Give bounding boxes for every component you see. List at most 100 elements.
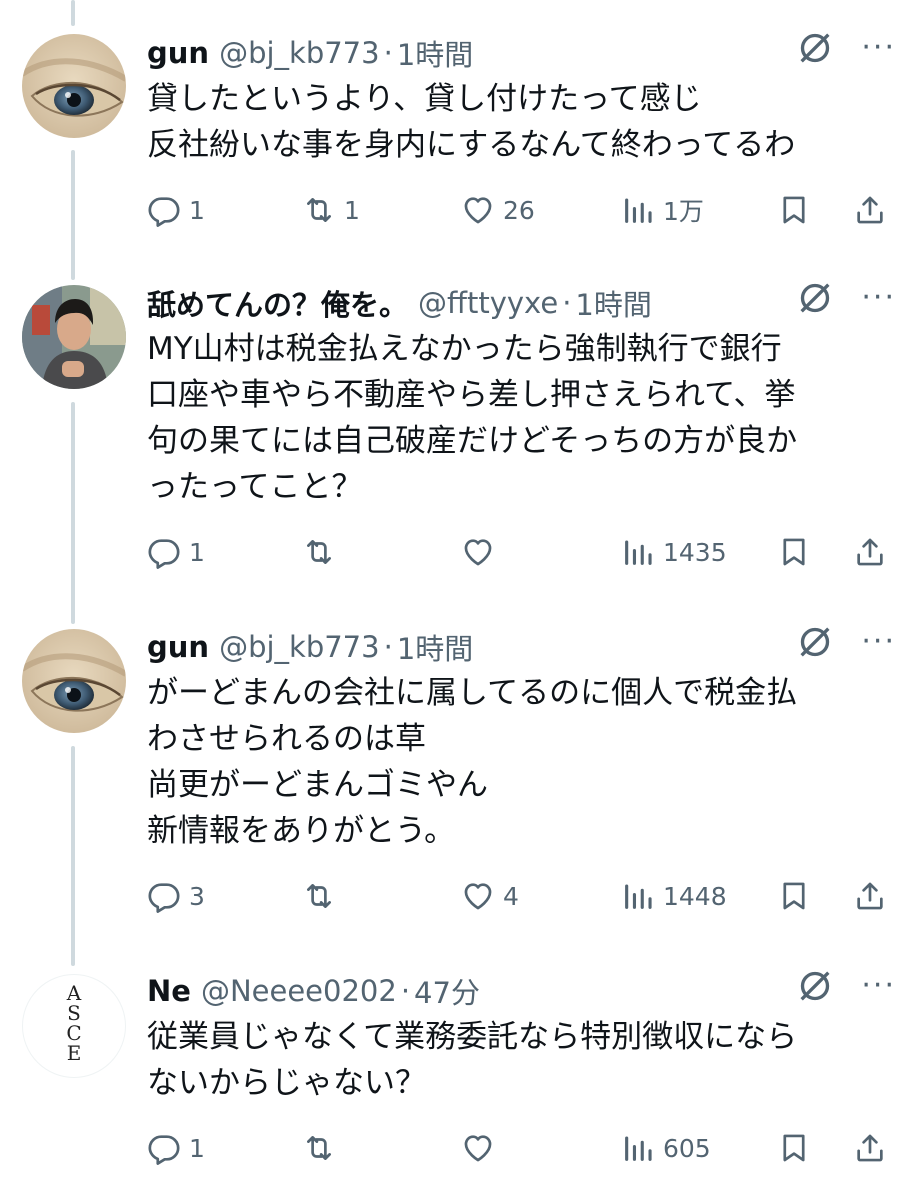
share-icon: [853, 1131, 887, 1165]
bookmark-button[interactable]: [777, 876, 819, 916]
tweet-text: MY山村は税金払えなかったら強制執行で銀行 口座や車やら不動産やら差し押さえられ…: [147, 331, 798, 505]
separator-dot: ·: [383, 36, 393, 70]
reply-count: 1: [189, 195, 205, 225]
tweet-text: 従業員じゃなくて業務委託なら特別徴収になら ないからじゃない？: [147, 1019, 798, 1101]
separator-dot: ·: [562, 286, 572, 320]
display-name[interactable]: Ne: [147, 974, 191, 1008]
reply-button[interactable]: 1: [147, 190, 205, 230]
asce-logo-avatar-icon: A S C E: [23, 983, 125, 1063]
reply-icon: [147, 1131, 181, 1165]
reply-count: 3: [189, 881, 205, 911]
user-handle[interactable]: @bj_kb773: [219, 630, 380, 664]
bookmark-icon: [777, 879, 811, 913]
views-button[interactable]: 605: [621, 1128, 711, 1168]
repost-icon: [302, 1131, 336, 1165]
display-name[interactable]: gun: [147, 36, 209, 70]
logo-letter: C: [66, 1021, 82, 1045]
grok-icon[interactable]: [795, 278, 835, 318]
bookmark-button[interactable]: [777, 532, 819, 572]
share-button[interactable]: [853, 190, 895, 230]
person-photo-avatar-icon: [22, 285, 126, 389]
timestamp[interactable]: 47分: [414, 970, 480, 1012]
user-handle[interactable]: @Neeee0202: [201, 974, 397, 1008]
like-button[interactable]: 4: [461, 876, 519, 916]
reply-button[interactable]: 1: [147, 532, 205, 572]
like-button[interactable]: [461, 1128, 503, 1168]
grok-icon[interactable]: [795, 966, 835, 1006]
reply-icon: [147, 193, 181, 227]
reply-button[interactable]: 3: [147, 876, 205, 916]
user-handle[interactable]: @bj_kb773: [219, 36, 380, 70]
like-icon: [461, 535, 495, 569]
bookmark-icon: [777, 535, 811, 569]
more-options-icon[interactable]: ···: [861, 622, 896, 662]
logo-letter: E: [66, 1041, 82, 1065]
like-icon: [461, 1131, 495, 1165]
tweet-header: gun @bj_kb773 · 1時間: [147, 30, 896, 76]
grok-icon[interactable]: [795, 622, 835, 662]
like-count: 4: [503, 881, 519, 911]
tweet-header: Ne @Neeee0202 · 47分: [147, 968, 896, 1014]
repost-icon: [302, 193, 336, 227]
view-count: 1448: [663, 881, 727, 911]
like-icon: [461, 193, 495, 227]
more-options-icon[interactable]: ···: [861, 278, 896, 318]
reply-count: 1: [189, 537, 205, 567]
repost-button[interactable]: [302, 532, 344, 572]
reply-count: 1: [189, 1133, 205, 1163]
share-button[interactable]: [853, 876, 895, 916]
avatar[interactable]: [22, 34, 126, 138]
reply-icon: [147, 535, 181, 569]
timestamp[interactable]: 1時間: [397, 626, 473, 668]
display-name[interactable]: 舐めてんの？俺を。: [147, 282, 408, 324]
more-options-icon[interactable]: ···: [861, 966, 896, 1006]
tweet-header: 舐めてんの？俺を。 @ffttyyxe · 1時間: [147, 280, 896, 326]
user-handle[interactable]: @ffttyyxe: [418, 286, 558, 320]
grok-icon[interactable]: [795, 28, 835, 68]
thread-line: [71, 746, 75, 966]
separator-dot: ·: [400, 974, 411, 1008]
views-button[interactable]: 1万: [621, 190, 704, 230]
repost-button[interactable]: [302, 1128, 344, 1168]
like-icon: [461, 879, 495, 913]
share-button[interactable]: [853, 532, 895, 572]
view-count: 1万: [663, 197, 704, 226]
like-count: 26: [503, 195, 535, 225]
share-icon: [853, 193, 887, 227]
repost-icon: [302, 879, 336, 913]
separator-dot: ·: [383, 630, 393, 664]
repost-button[interactable]: 1: [302, 190, 360, 230]
view-count: 1435: [663, 537, 727, 567]
reply-button[interactable]: 1: [147, 1128, 205, 1168]
more-options-icon[interactable]: ···: [861, 28, 896, 68]
timestamp[interactable]: 1時間: [575, 282, 651, 324]
avatar[interactable]: [22, 629, 126, 733]
like-button[interactable]: [461, 532, 503, 572]
reply-icon: [147, 879, 181, 913]
eye-closeup-avatar-icon: [22, 629, 126, 733]
share-icon: [853, 879, 887, 913]
share-button[interactable]: [853, 1128, 895, 1168]
views-icon: [621, 879, 655, 913]
views-button[interactable]: 1435: [621, 532, 727, 572]
thread-line: [71, 402, 75, 624]
views-icon: [621, 535, 655, 569]
logo-letter: A: [66, 981, 82, 1005]
display-name[interactable]: gun: [147, 630, 209, 664]
like-button[interactable]: 26: [461, 190, 535, 230]
share-icon: [853, 535, 887, 569]
tweet-text: 貸したというより、貸し付けたって感じ 反社紛いな事を身内にするなんて終わってるわ: [147, 81, 796, 163]
views-icon: [621, 1131, 655, 1165]
views-button[interactable]: 1448: [621, 876, 727, 916]
repost-count: 1: [344, 195, 360, 225]
bookmark-button[interactable]: [777, 1128, 819, 1168]
views-icon: [621, 193, 655, 227]
avatar[interactable]: A S C E: [22, 974, 126, 1078]
bookmark-icon: [777, 1131, 811, 1165]
repost-button[interactable]: [302, 876, 344, 916]
bookmark-button[interactable]: [777, 190, 819, 230]
view-count: 605: [663, 1133, 711, 1163]
avatar[interactable]: [22, 285, 126, 389]
tweet-text: がーどまんの会社に属してるのに個人で税金払 わさせられるのは草 尚更がーどまんゴ…: [147, 675, 798, 849]
timestamp[interactable]: 1時間: [397, 32, 473, 74]
